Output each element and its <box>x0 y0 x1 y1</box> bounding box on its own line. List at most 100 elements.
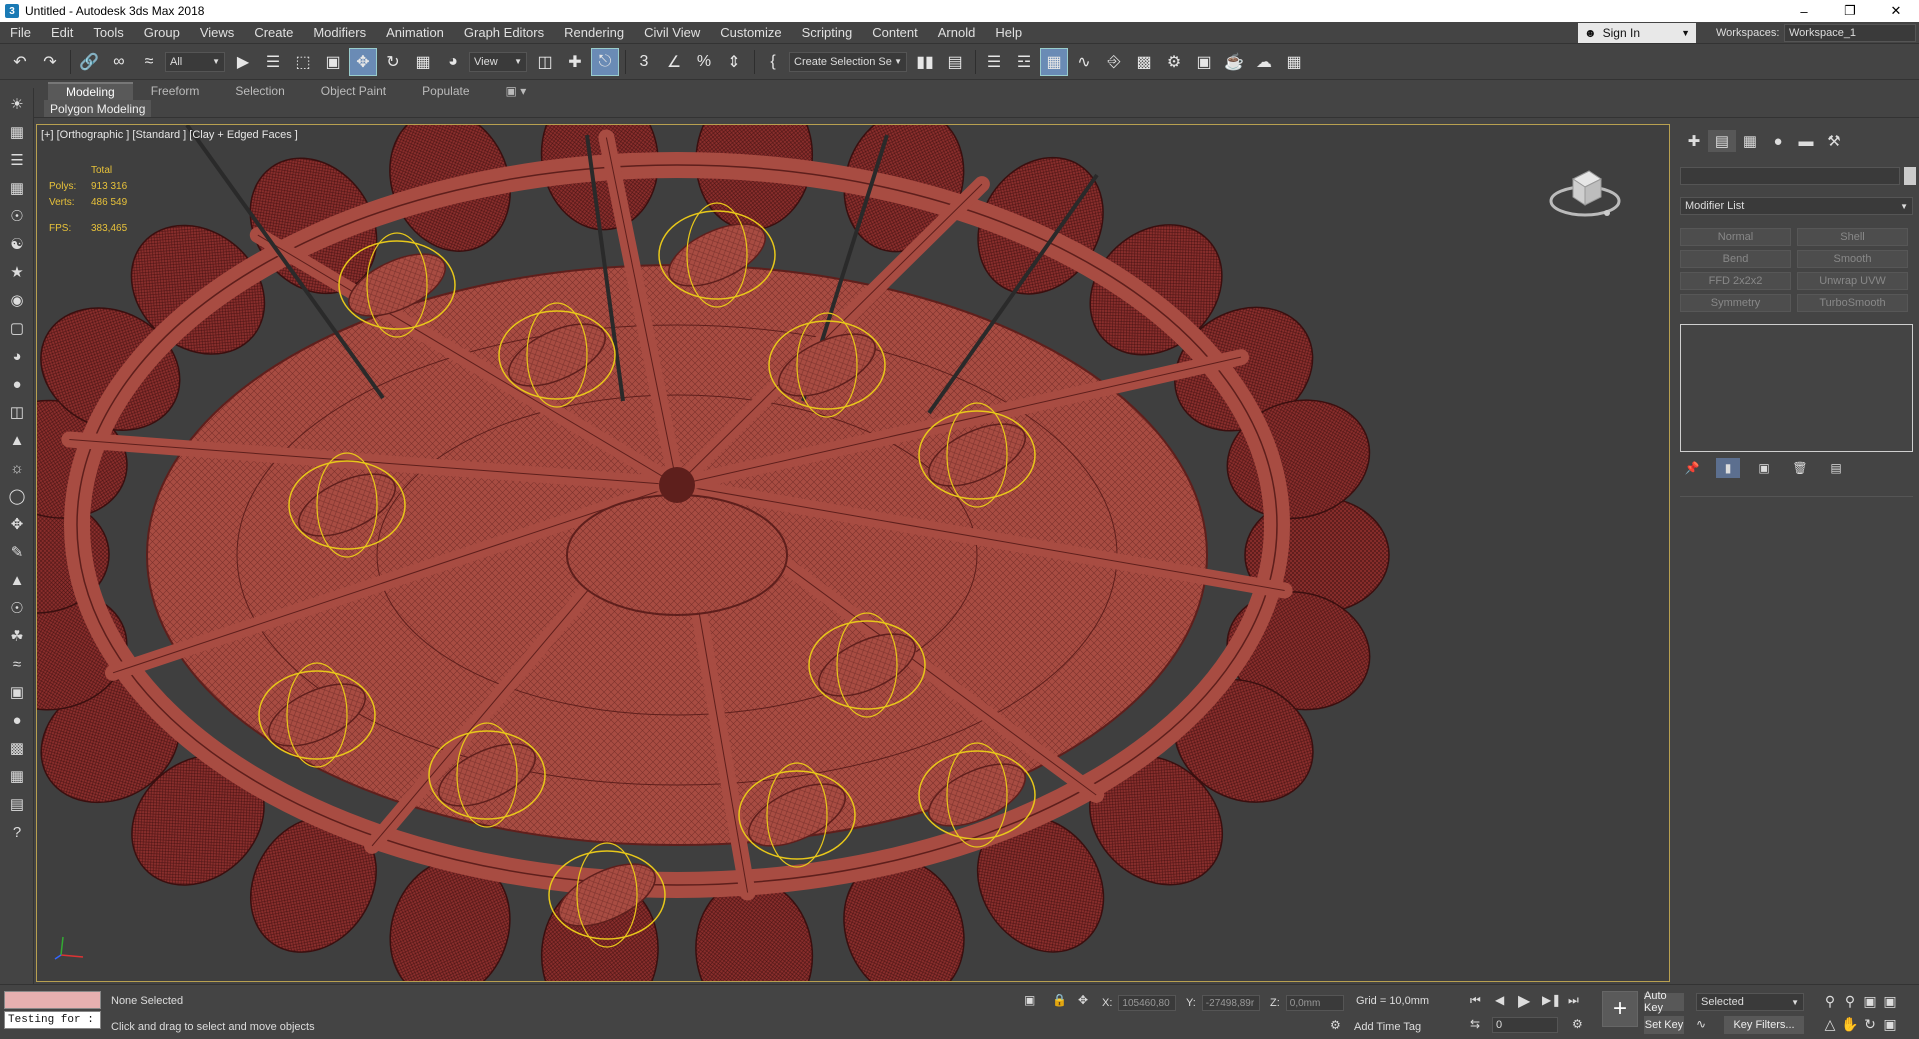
scene-explorer-icon[interactable]: ▦ <box>5 120 29 144</box>
bind-space-warp-icon[interactable]: ≈ <box>135 48 163 76</box>
menu-animation[interactable]: Animation <box>376 25 454 40</box>
object-color-swatch[interactable] <box>1904 167 1916 185</box>
hierarchy-tab-icon[interactable]: ▦ <box>1736 130 1764 152</box>
rendered-frame-window-icon[interactable]: ▣ <box>1190 48 1218 76</box>
tab-freeform[interactable]: Freeform <box>133 82 218 100</box>
tab-selection[interactable]: Selection <box>217 82 302 100</box>
previous-frame-icon[interactable]: ◀ <box>1495 993 1504 1007</box>
selection-filter-dropdown[interactable]: All ▼ <box>165 51 225 72</box>
selection-lock-icon[interactable]: 🔒 <box>1052 993 1067 1007</box>
isolate-selection-icon[interactable]: ▣ <box>1024 993 1035 1007</box>
hemisphere-icon[interactable]: ◕ <box>5 344 29 368</box>
maximize-viewport-icon[interactable]: ▣ <box>1880 1016 1900 1033</box>
menu-file[interactable]: File <box>0 25 41 40</box>
perspective-viewport[interactable]: [+] [Orthographic ] [Standard ] [Clay + … <box>36 124 1670 982</box>
undo-icon[interactable]: ↶ <box>6 48 34 76</box>
make-unique-icon[interactable]: ▣ <box>1752 458 1776 478</box>
zoom-icon[interactable]: ⚲ <box>1820 993 1840 1010</box>
select-and-place-icon[interactable]: ◕ <box>439 48 467 76</box>
foliage-icon[interactable]: ☘ <box>5 624 29 648</box>
current-frame-field[interactable]: 0 <box>1492 1017 1558 1033</box>
grid-icon[interactable]: ▦ <box>5 176 29 200</box>
modifier-unwrap-uvw-button[interactable]: Unwrap UVW <box>1797 272 1908 290</box>
cylinder-icon[interactable]: ◫ <box>5 400 29 424</box>
auto-key-button[interactable]: Auto Key <box>1644 990 1684 1014</box>
object-name-field[interactable] <box>1680 167 1900 185</box>
modifier-shell-button[interactable]: Shell <box>1797 228 1908 246</box>
camera-icon[interactable]: ◉ <box>5 288 29 312</box>
key-filters-button[interactable]: Key Filters... <box>1724 1016 1804 1034</box>
play-icon[interactable]: ▶ <box>1518 991 1530 1011</box>
configure-modifier-sets-icon[interactable]: ▤ <box>1824 458 1848 478</box>
tab-modeling[interactable]: Modeling <box>48 82 133 100</box>
modifier-ffd-button[interactable]: FFD 2x2x2 <box>1680 272 1791 290</box>
remove-modifier-icon[interactable]: 🗑 <box>1788 458 1812 478</box>
sphere-icon[interactable]: ● <box>5 372 29 396</box>
curve-editor-icon[interactable]: ∿ <box>1070 48 1098 76</box>
render-sphere-icon[interactable]: ● <box>5 708 29 732</box>
viewcube-icon[interactable] <box>1547 161 1623 225</box>
utilities-tab-icon[interactable]: ⚒ <box>1820 130 1848 152</box>
menu-civil-view[interactable]: Civil View <box>634 25 710 40</box>
workspace-dropdown[interactable]: Workspace_1 <box>1784 24 1916 42</box>
show-end-result-icon[interactable]: ▮ <box>1716 458 1740 478</box>
angle-snap-icon[interactable]: ∠ <box>660 48 688 76</box>
menu-rendering[interactable]: Rendering <box>554 25 634 40</box>
modify-tab-icon[interactable]: ▤ <box>1708 130 1736 152</box>
menu-modifiers[interactable]: Modifiers <box>303 25 376 40</box>
hierarchy-icon[interactable]: ▲ <box>5 568 29 592</box>
scene-explorer-icon[interactable]: ☰ <box>980 48 1008 76</box>
select-manipulate-icon[interactable]: ✚ <box>561 48 589 76</box>
layer-explorer-icon[interactable]: ☲ <box>1010 48 1038 76</box>
box-icon[interactable]: ▢ <box>5 316 29 340</box>
snaps-toggle-icon[interactable]: 3 <box>630 48 658 76</box>
media-icon[interactable]: ▦ <box>5 764 29 788</box>
render-production-icon[interactable]: ☕ <box>1220 48 1248 76</box>
menu-arnold[interactable]: Arnold <box>928 25 986 40</box>
modifier-list-dropdown[interactable]: Modifier List ▼ <box>1680 197 1913 215</box>
torus-icon[interactable]: ◯ <box>5 484 29 508</box>
time-configuration-icon[interactable]: ⚙ <box>1572 1017 1583 1031</box>
render-in-cloud-icon[interactable]: ☁ <box>1250 48 1278 76</box>
unlink-icon[interactable]: ∞ <box>105 48 133 76</box>
select-and-move-icon[interactable]: ✥ <box>349 47 377 76</box>
next-frame-icon[interactable]: ▶❚ <box>1542 993 1561 1007</box>
light-icon[interactable]: ☉ <box>5 204 29 228</box>
render-icon[interactable]: ★ <box>5 260 29 284</box>
go-to-end-icon[interactable]: ⏭ <box>1568 993 1579 1008</box>
spinner-snap-icon[interactable]: ⇕ <box>720 48 748 76</box>
key-selection-dropdown[interactable]: Selected ▼ <box>1696 993 1804 1011</box>
zoom-extents-all-icon[interactable]: ▣ <box>1880 993 1900 1010</box>
key-mode-toggle-icon[interactable]: ⇆ <box>1470 1017 1480 1031</box>
material-icon[interactable]: ▩ <box>5 736 29 760</box>
modifier-stack[interactable] <box>1680 324 1913 452</box>
modifier-bend-button[interactable]: Bend <box>1680 250 1791 268</box>
menu-content[interactable]: Content <box>862 25 928 40</box>
schematic-view-icon[interactable]: ⎆ <box>1100 48 1128 76</box>
select-and-scale-icon[interactable]: ▦ <box>409 48 437 76</box>
pan-view-icon[interactable]: ✋ <box>1840 1016 1860 1033</box>
viewport-layout-icon[interactable]: ☀ <box>5 92 29 116</box>
close-button[interactable]: ✕ <box>1873 0 1919 22</box>
select-and-rotate-icon[interactable]: ↻ <box>379 48 407 76</box>
tab-populate[interactable]: Populate <box>404 82 487 100</box>
modifier-smooth-button[interactable]: Smooth <box>1797 250 1908 268</box>
ribbon-options-icon[interactable]: ▣ ▾ <box>488 82 545 100</box>
menu-customize[interactable]: Customize <box>710 25 791 40</box>
cone-icon[interactable]: ▲ <box>5 428 29 452</box>
x-field[interactable]: 105460,80 <box>1118 995 1177 1011</box>
reference-coordinate-dropdown[interactable]: View ▼ <box>469 51 527 72</box>
viewport-label[interactable]: [+] [Orthographic ] [Standard ] [Clay + … <box>41 129 298 141</box>
modifier-turbosmooth-button[interactable]: TurboSmooth <box>1797 294 1908 312</box>
pin-stack-icon[interactable]: 📌 <box>1680 458 1704 478</box>
menu-edit[interactable]: Edit <box>41 25 83 40</box>
sun-icon[interactable]: ☼ <box>5 456 29 480</box>
absolute-mode-icon[interactable]: ✥ <box>1078 993 1088 1007</box>
menu-group[interactable]: Group <box>134 25 190 40</box>
menu-scripting[interactable]: Scripting <box>792 25 863 40</box>
y-field[interactable]: -27498,89r <box>1201 995 1260 1011</box>
zoom-extents-icon[interactable]: ▣ <box>1860 993 1880 1010</box>
set-keys-button[interactable]: + <box>1602 991 1638 1027</box>
menu-tools[interactable]: Tools <box>83 25 133 40</box>
keyboard-shortcut-override-icon[interactable]: ⎋ <box>591 47 619 76</box>
